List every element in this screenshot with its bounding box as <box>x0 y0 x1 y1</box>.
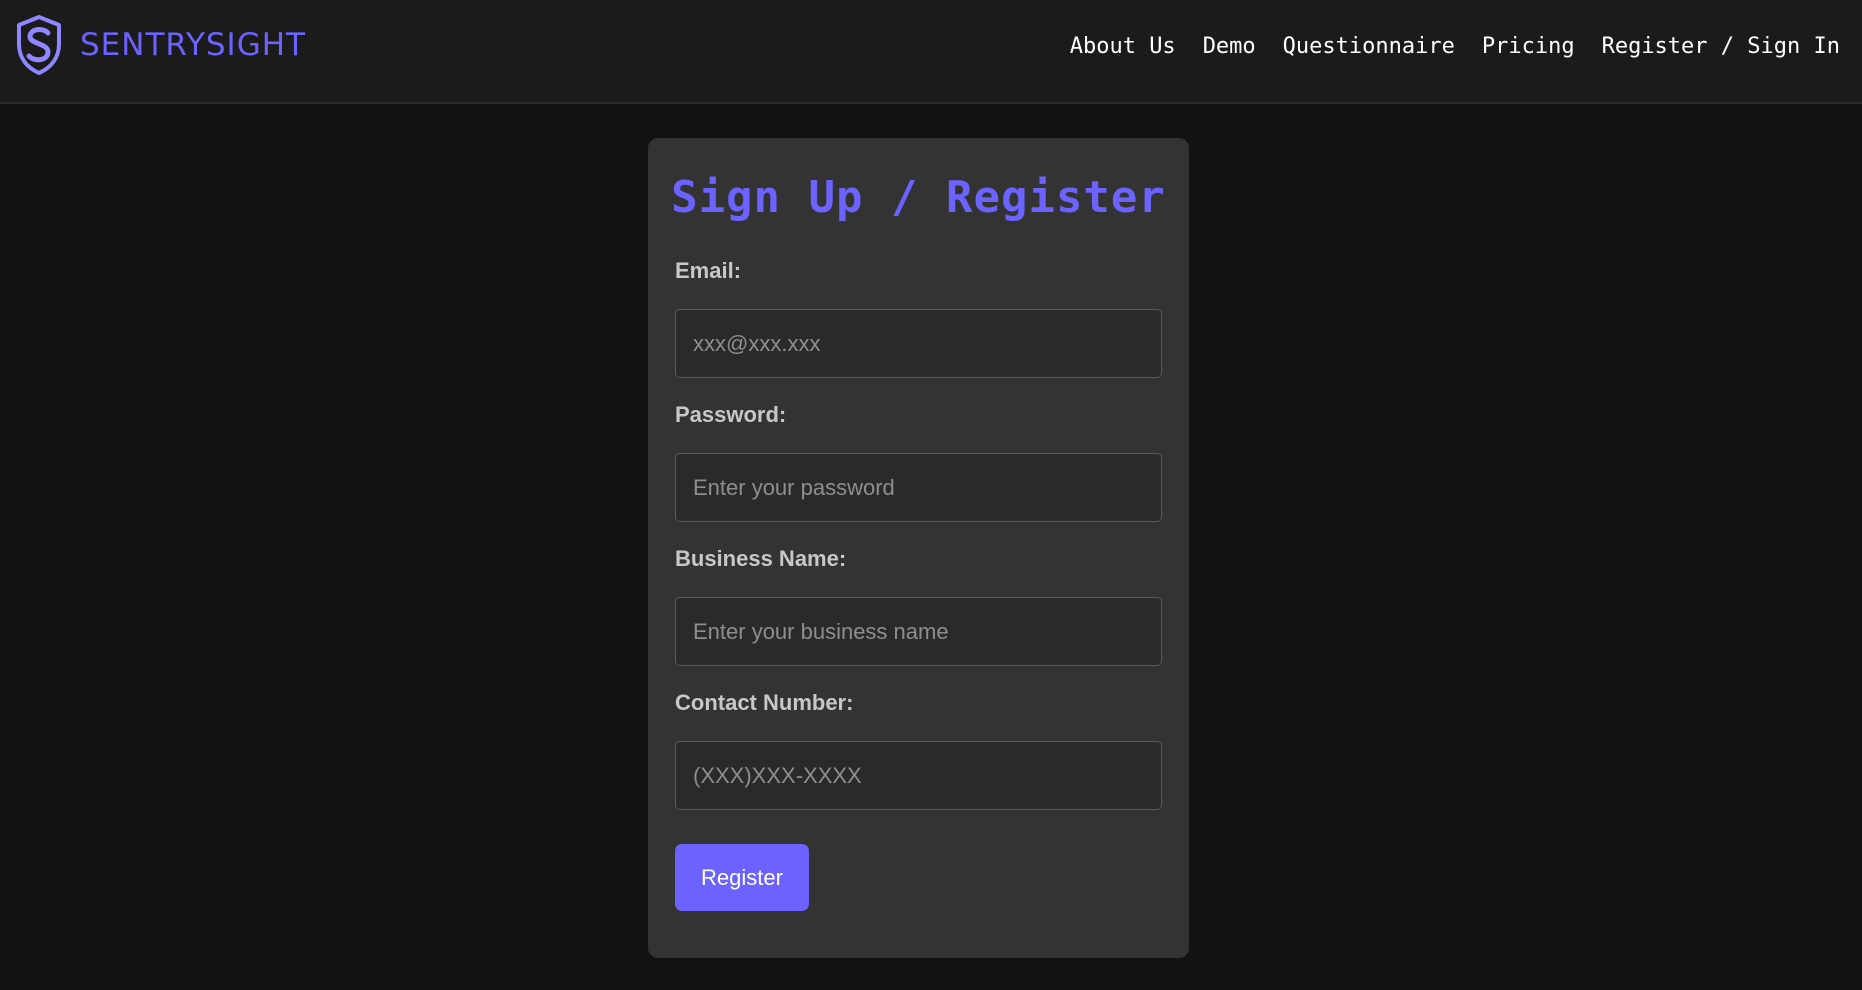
main-navigation: About Us Demo Questionnaire Pricing Regi… <box>1070 32 1840 62</box>
nav-link-about-us[interactable]: About Us <box>1070 32 1176 62</box>
contact-number-field[interactable] <box>675 741 1162 810</box>
nav-link-register-sign-in[interactable]: Register / Sign In <box>1602 32 1840 62</box>
brand-home-link[interactable]: SENTRYSIGHT <box>14 14 306 76</box>
page-title: Sign Up / Register <box>671 172 1166 223</box>
business-name-label: Business Name: <box>675 546 847 571</box>
registration-card: Sign Up / Register Email: Password: Busi… <box>648 138 1189 958</box>
contact-number-label: Contact Number: <box>675 690 854 715</box>
nav-link-questionnaire[interactable]: Questionnaire <box>1283 32 1455 62</box>
email-field[interactable] <box>675 309 1162 378</box>
nav-link-pricing[interactable]: Pricing <box>1482 32 1575 62</box>
email-label: Email: <box>675 258 742 283</box>
business-name-field[interactable] <box>675 597 1162 666</box>
nav-link-demo[interactable]: Demo <box>1203 32 1256 62</box>
top-navbar: SENTRYSIGHT About Us Demo Questionnaire … <box>0 0 1862 104</box>
password-field[interactable] <box>675 453 1162 522</box>
brand-name: SENTRYSIGHT <box>80 27 306 63</box>
register-button[interactable]: Register <box>675 844 809 911</box>
shield-s-logo-icon <box>17 15 61 75</box>
password-label: Password: <box>675 402 787 427</box>
